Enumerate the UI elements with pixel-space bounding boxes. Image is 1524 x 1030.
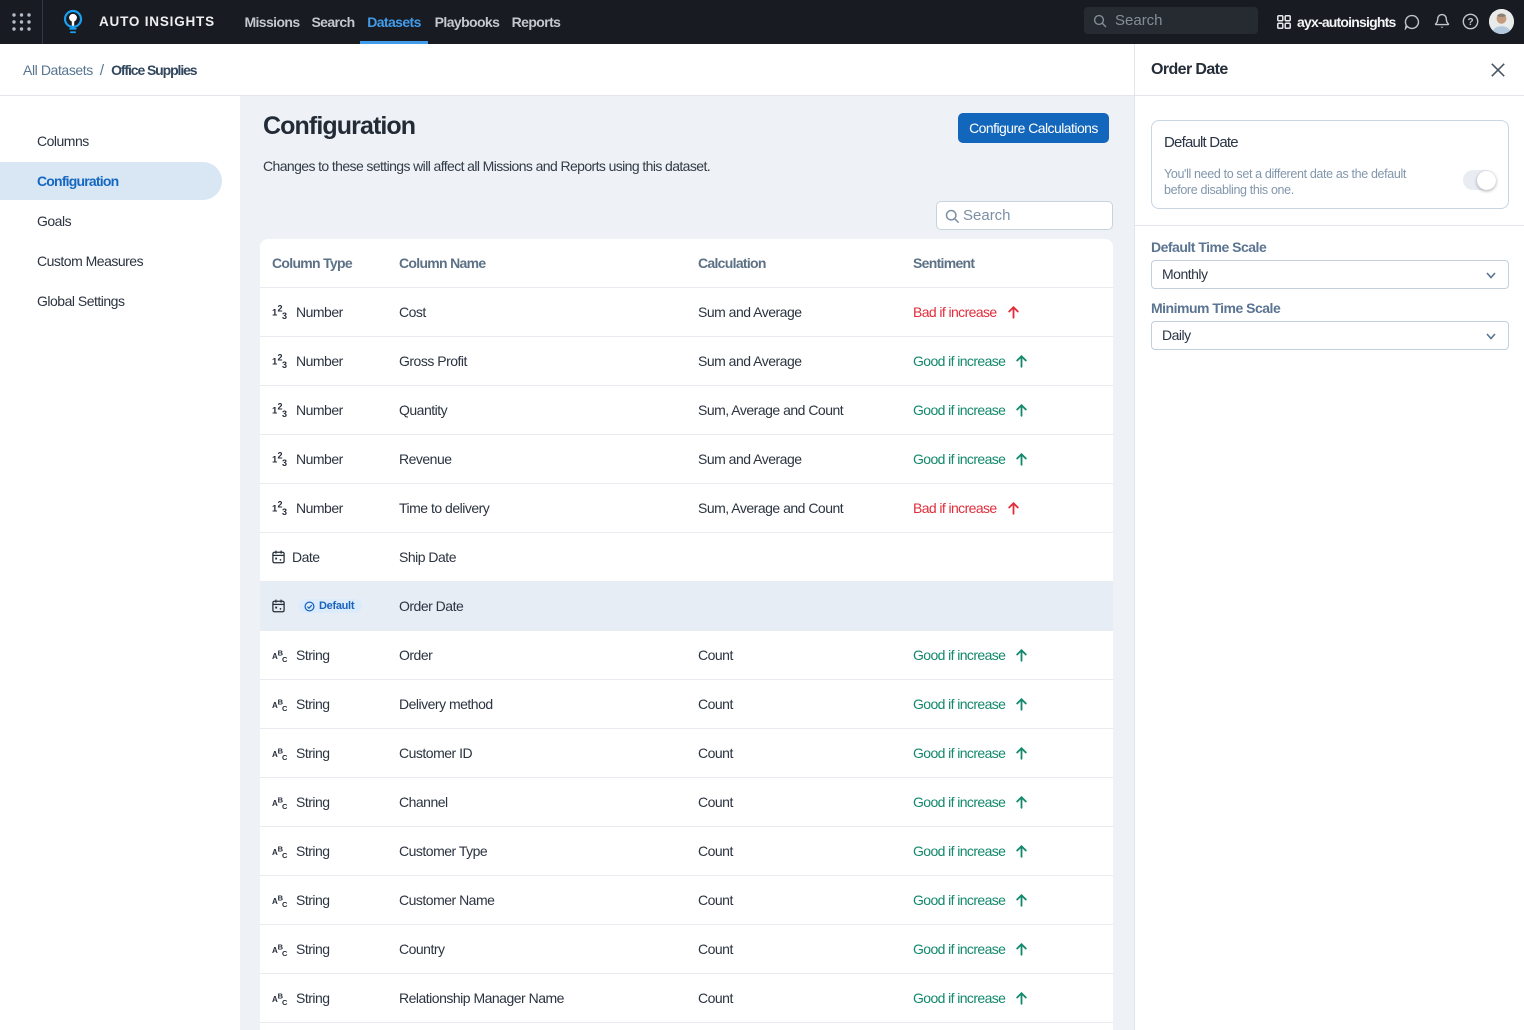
svg-text:C: C (282, 851, 288, 860)
svg-text:?: ? (1467, 17, 1473, 28)
svg-text:3: 3 (282, 458, 287, 468)
svg-text:C: C (282, 998, 288, 1007)
svg-text:C: C (282, 704, 288, 713)
svg-text:3: 3 (282, 311, 287, 321)
svg-text:C: C (282, 753, 288, 762)
svg-text:3: 3 (282, 507, 287, 517)
svg-text:3: 3 (282, 409, 287, 419)
svg-text:3: 3 (282, 360, 287, 370)
svg-text:C: C (282, 949, 288, 958)
svg-text:C: C (282, 802, 288, 811)
svg-text:C: C (282, 655, 288, 664)
svg-text:C: C (282, 900, 288, 909)
